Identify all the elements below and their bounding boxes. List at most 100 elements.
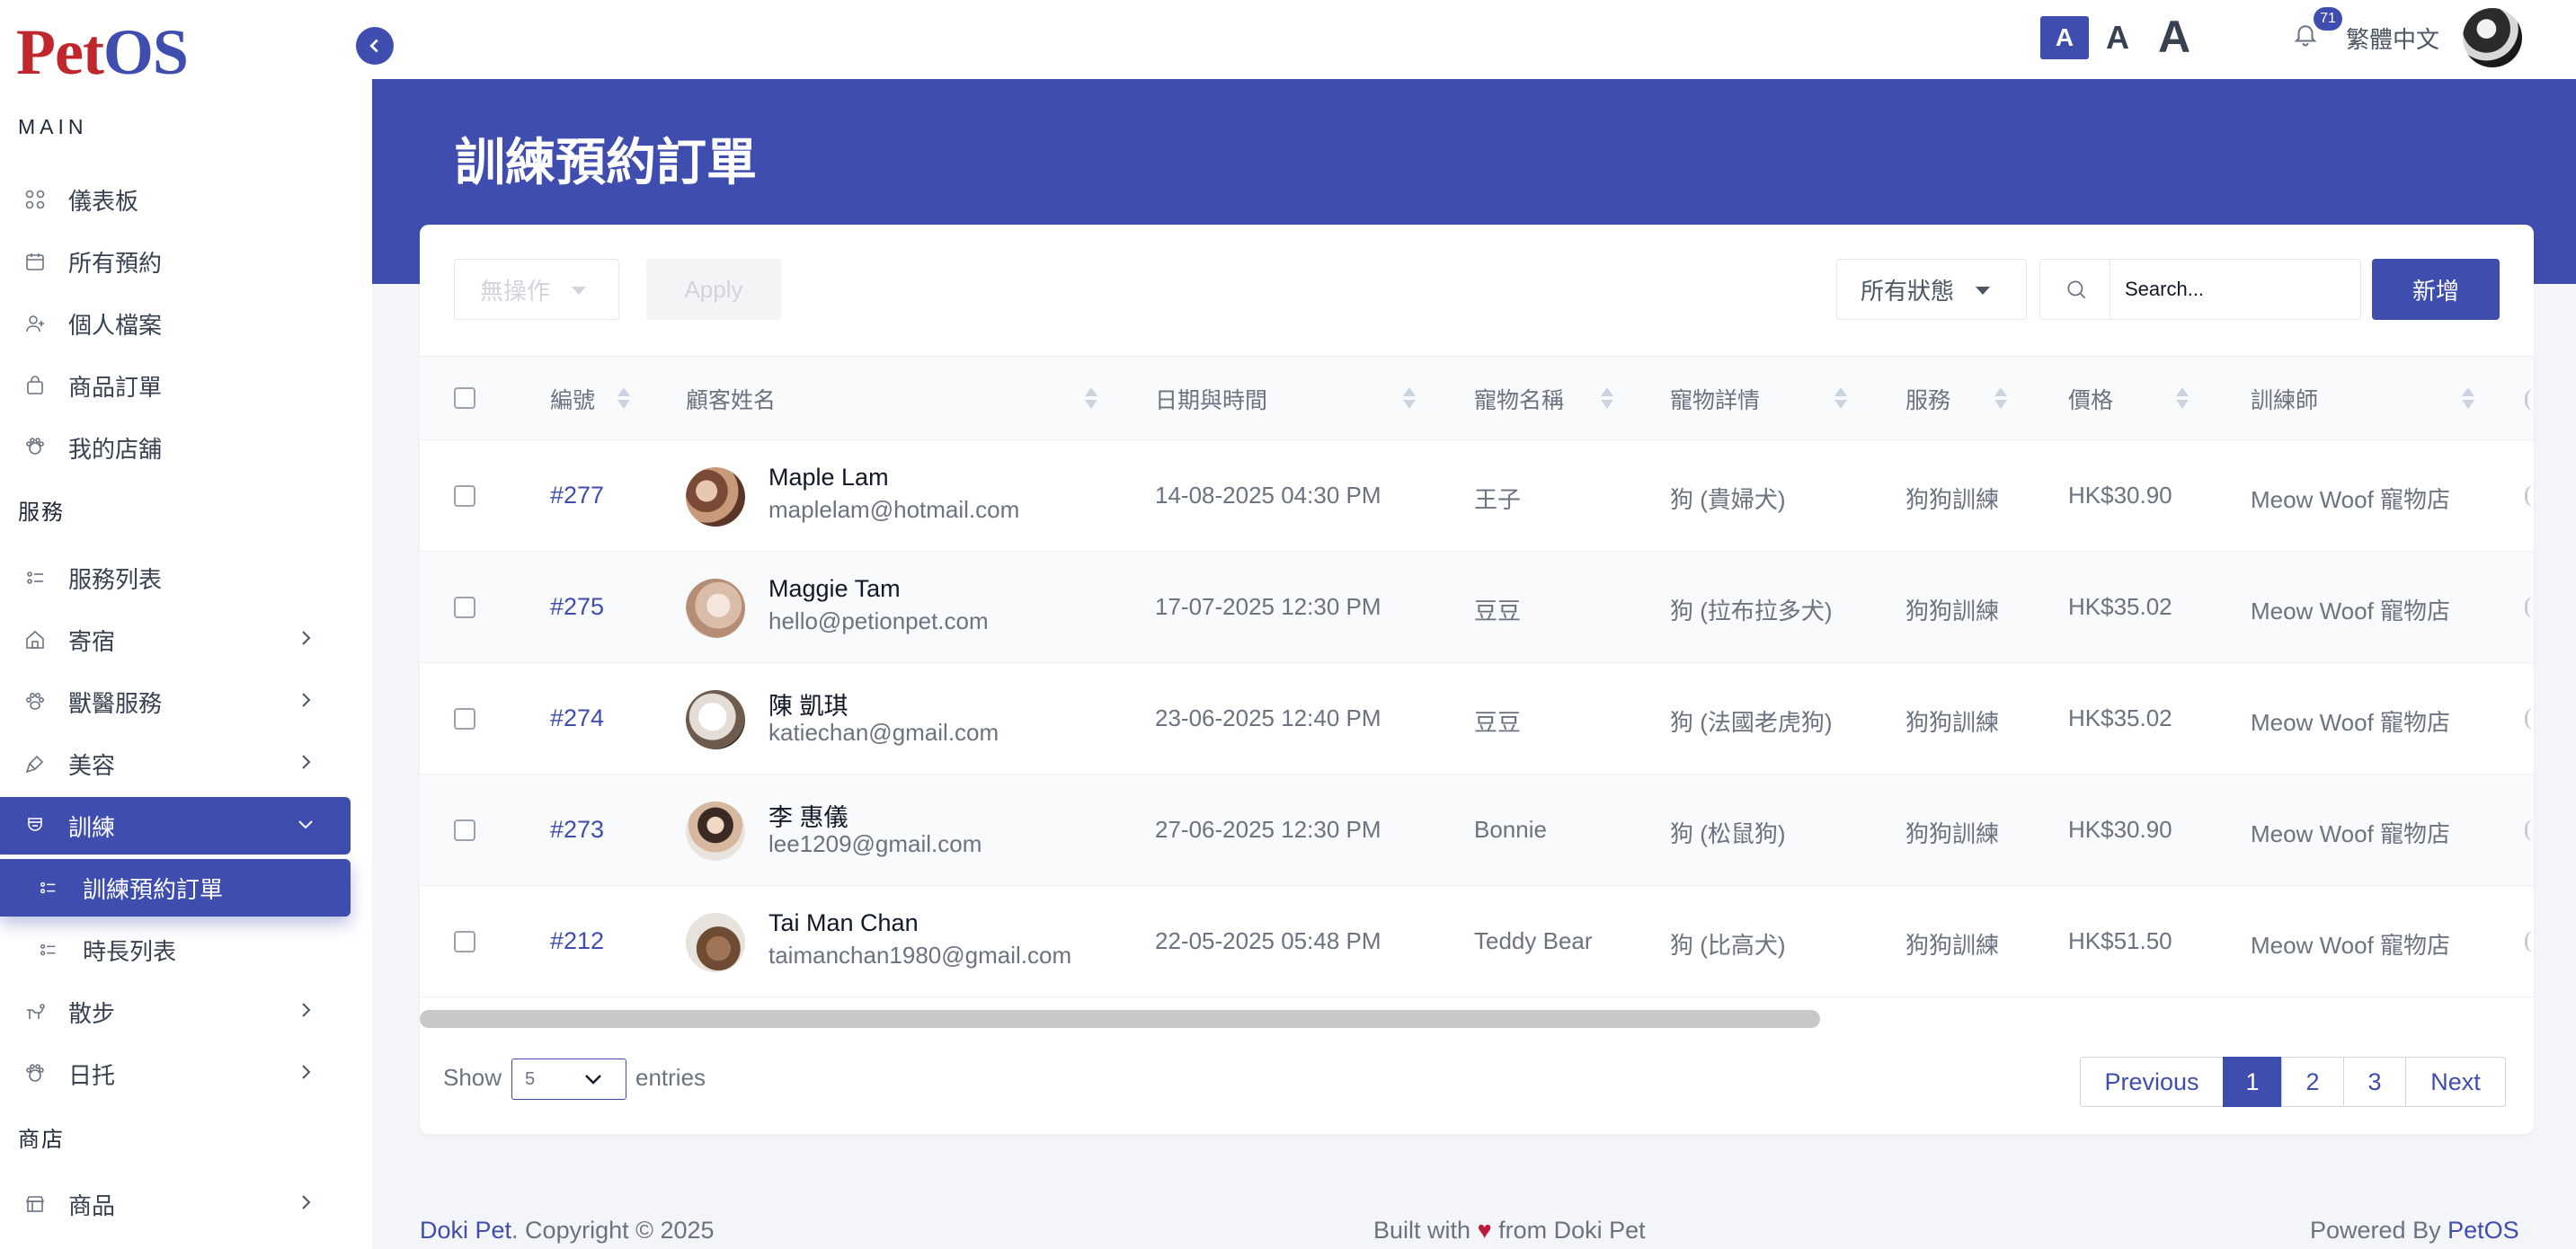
sidebar-item-vet-services[interactable]: 獸醫服務	[0, 673, 351, 731]
row-checkbox[interactable]	[454, 708, 475, 730]
previous-page-button[interactable]: Previous	[2080, 1057, 2224, 1107]
column-header-pet-name[interactable]: 寵物名稱	[1474, 357, 1564, 441]
footer-brand-link[interactable]: Doki Pet	[420, 1217, 511, 1244]
shop-icon	[23, 1192, 47, 1216]
user-avatar[interactable]	[2463, 8, 2522, 67]
order-id-link[interactable]: #212	[550, 927, 604, 955]
customer-name: 李 惠儀	[768, 804, 848, 831]
table-row[interactable]: #274 陳 凱琪 katiechan@gmail.com 23-06-2025…	[420, 663, 2534, 775]
table-row[interactable]: #212 Tai Man Chan taimanchan1980@gmail.c…	[420, 886, 2534, 997]
sort-icon[interactable]	[617, 387, 630, 411]
customer-avatar	[686, 913, 745, 972]
service-name: 狗狗訓練	[1905, 820, 2000, 847]
font-size-small-button[interactable]: A	[2040, 16, 2089, 59]
dog-walk-icon	[23, 1000, 47, 1023]
sidebar-item-daycare[interactable]: 日托	[0, 1045, 351, 1103]
sort-icon[interactable]	[1403, 387, 1416, 411]
show-label: Show	[443, 1064, 502, 1091]
petos-logo[interactable]: PetOS	[16, 16, 189, 88]
order-id-link[interactable]: #274	[550, 704, 604, 732]
sort-icon[interactable]	[1834, 387, 1847, 411]
service-name: 狗狗訓練	[1905, 709, 2000, 736]
footer-built-with: Built with ♥ from Doki Pet	[1373, 1217, 1646, 1244]
horizontal-scrollbar[interactable]	[420, 1010, 2534, 1030]
sort-icon[interactable]	[2462, 387, 2474, 411]
sort-icon[interactable]	[1085, 387, 1097, 411]
sidebar-item-grooming[interactable]: 美容	[0, 735, 351, 793]
table-row[interactable]: #275 Maggie Tam hello@petionpet.com 17-0…	[420, 552, 2534, 663]
sidebar-item-my-store[interactable]: 我的店舖	[0, 419, 351, 476]
sidebar-item-training-orders[interactable]: 訓練預約訂單	[0, 859, 351, 917]
sort-icon[interactable]	[2176, 387, 2189, 411]
trainer-name: Meow Woof 寵物店	[2251, 598, 2451, 624]
truncated-column-edge	[2525, 931, 2534, 952]
row-checkbox[interactable]	[454, 485, 475, 507]
sub-list-icon	[38, 877, 59, 899]
row-checkbox[interactable]	[454, 819, 475, 841]
chevron-down-icon	[295, 813, 316, 835]
trainer-name: Meow Woof 寵物店	[2251, 486, 2451, 513]
sidebar-item-training[interactable]: 訓練	[0, 797, 351, 855]
search-input[interactable]: Search...	[2110, 259, 2361, 320]
pagination: Previous 1 2 3 Next	[2080, 1057, 2506, 1107]
sidebar-item-service-list[interactable]: 服務列表	[0, 549, 351, 607]
order-id-link[interactable]: #277	[550, 482, 604, 509]
page-2-button[interactable]: 2	[2281, 1057, 2344, 1107]
sidebar-item-all-bookings[interactable]: 所有預約	[0, 233, 351, 290]
font-size-large-button[interactable]: A	[2150, 9, 2198, 65]
row-checkbox[interactable]	[454, 597, 475, 618]
chevron-right-icon	[295, 751, 316, 773]
customer-avatar	[686, 579, 745, 638]
column-header-trainer[interactable]: 訓練師	[2251, 357, 2318, 441]
table-row[interactable]: #277 Maple Lam maplelam@hotmail.com 14-0…	[420, 440, 2534, 552]
column-header-datetime[interactable]: 日期與時間	[1155, 357, 1267, 441]
chevron-right-icon	[295, 627, 316, 649]
add-button[interactable]: 新增	[2372, 259, 2500, 320]
pet-name: Bonnie	[1474, 816, 1547, 843]
select-all-checkbox[interactable]	[454, 387, 475, 409]
price: HK$51.50	[2068, 927, 2172, 954]
list-icon	[23, 566, 47, 589]
pet-name: 豆豆	[1474, 709, 1522, 736]
sidebar-collapse-button[interactable]	[356, 27, 394, 65]
order-id-link[interactable]: #273	[550, 816, 604, 844]
page-1-button[interactable]: 1	[2223, 1057, 2282, 1107]
apply-button[interactable]: Apply	[646, 259, 781, 320]
pet-name: 王子	[1474, 486, 1522, 513]
entries-per-page-select[interactable]: 5	[511, 1059, 626, 1100]
column-header-id[interactable]: 編號	[550, 357, 595, 441]
page-3-button[interactable]: 3	[2343, 1057, 2406, 1107]
sidebar-item-product-orders[interactable]: 商品訂單	[0, 357, 351, 414]
customer-avatar	[686, 802, 745, 861]
table-row[interactable]: #273 李 惠儀 lee1209@gmail.com 27-06-2025 1…	[420, 775, 2534, 886]
sidebar-item-products[interactable]: 商品	[0, 1175, 351, 1233]
column-header-service[interactable]: 服務	[1905, 357, 1950, 441]
order-id-link[interactable]: #275	[550, 593, 604, 621]
booking-datetime: 22-05-2025 05:48 PM	[1155, 927, 1381, 954]
booking-datetime: 27-06-2025 12:30 PM	[1155, 816, 1381, 843]
chevron-right-icon	[295, 689, 316, 711]
pet-detail: 狗 (法國老虎狗)	[1670, 709, 1833, 736]
row-checkbox[interactable]	[454, 931, 475, 952]
next-page-button[interactable]: Next	[2405, 1057, 2506, 1107]
bag-icon	[23, 374, 47, 397]
sidebar-item-profile[interactable]: 個人檔案	[0, 295, 351, 352]
footer-petos-link[interactable]: PetOS	[2447, 1217, 2519, 1244]
sort-icon[interactable]	[1994, 387, 2007, 411]
sidebar-item-dashboard[interactable]: 儀表板	[0, 171, 351, 228]
bulk-action-select[interactable]: 無操作	[454, 259, 619, 320]
column-header-pet-detail[interactable]: 寵物詳情	[1670, 357, 1760, 441]
scrollbar-thumb[interactable]	[420, 1010, 1820, 1028]
sort-icon[interactable]	[1601, 387, 1613, 411]
footer-copyright: Doki Pet. Copyright © 2025	[420, 1217, 715, 1244]
column-header-customer[interactable]: 顧客姓名	[686, 357, 776, 441]
footer-powered-by: Powered By PetOS	[2310, 1217, 2519, 1244]
language-switcher[interactable]: 繁體中文	[2346, 22, 2439, 55]
sidebar-item-duration-list[interactable]: 時長列表	[0, 921, 351, 979]
column-header-price[interactable]: 價格	[2068, 357, 2113, 441]
sidebar-item-dog-walking[interactable]: 散步	[0, 983, 351, 1041]
sidebar-item-boarding[interactable]: 寄宿	[0, 611, 351, 669]
status-filter-select[interactable]: 所有狀態	[1836, 259, 2027, 320]
truncated-column-edge	[2525, 389, 2534, 411]
font-size-medium-button[interactable]: A	[2098, 16, 2137, 59]
